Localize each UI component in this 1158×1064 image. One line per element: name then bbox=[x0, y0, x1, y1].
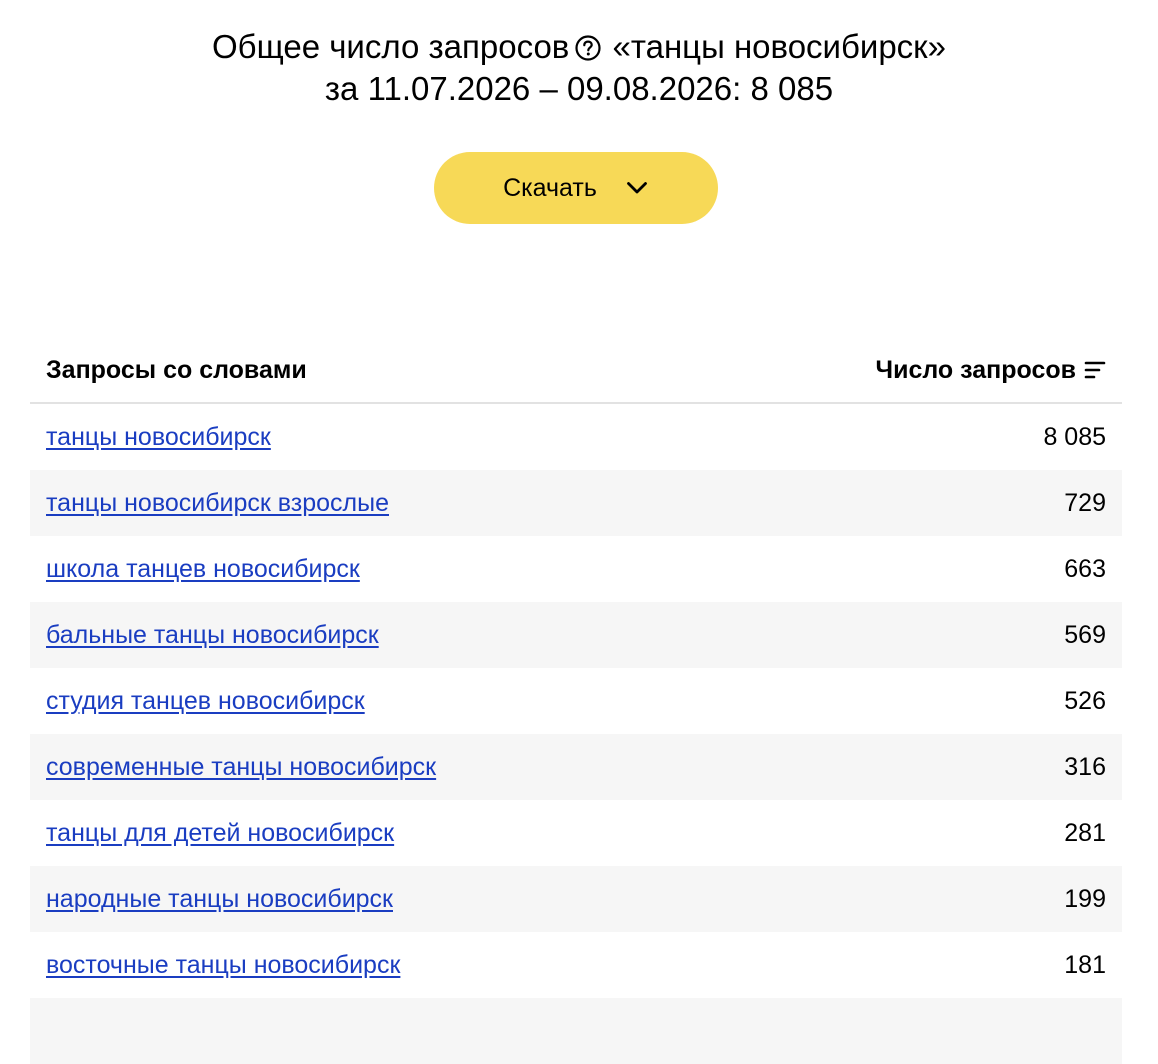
table-header: Запросы со словами Число запросов bbox=[30, 340, 1122, 404]
query-link[interactable]: танцы новосибирск взрослые bbox=[46, 488, 389, 518]
query-link[interactable]: танцы для детей новосибирск bbox=[46, 818, 394, 848]
table-row: танцы новосибирск 8 085 bbox=[30, 404, 1122, 470]
query-count: 199 bbox=[1064, 885, 1106, 913]
table-row: современные танцы новосибирск 316 bbox=[30, 734, 1122, 800]
column-header-count[interactable]: Число запросов bbox=[876, 355, 1106, 385]
help-circle-icon[interactable] bbox=[575, 29, 601, 61]
query-count: 569 bbox=[1064, 621, 1106, 649]
table-row: студия танцев новосибирск 526 bbox=[30, 668, 1122, 734]
heading-title-prefix: Общее число запросов bbox=[212, 28, 570, 65]
query-link[interactable]: восточные танцы новосибирск bbox=[46, 950, 400, 980]
chevron-down-icon bbox=[626, 182, 647, 194]
column-header-count-label: Число запросов bbox=[875, 356, 1076, 384]
queries-table: Запросы со словами Число запросов танцы … bbox=[30, 340, 1122, 1064]
heading-query: «танцы новосибирск» bbox=[612, 28, 946, 65]
query-count: 316 bbox=[1064, 753, 1106, 781]
column-header-queries: Запросы со словами bbox=[46, 356, 307, 384]
table-row: школа танцев новосибирск 663 bbox=[30, 536, 1122, 602]
page-heading: Общее число запросов «танцы новосибирск»… bbox=[0, 26, 1158, 110]
query-count: 526 bbox=[1064, 687, 1106, 715]
table-row: восточные танцы новосибирск 181 bbox=[30, 932, 1122, 998]
table-row: танцы для детей новосибирск 281 bbox=[30, 800, 1122, 866]
query-link[interactable]: студия танцев новосибирск bbox=[46, 686, 365, 716]
heading-period: за 11.07.2026 – 09.08.2026: 8 085 bbox=[324, 70, 834, 107]
sort-descending-icon[interactable] bbox=[1084, 359, 1106, 381]
download-button[interactable]: Скачать bbox=[434, 152, 718, 224]
query-link[interactable]: танцы новосибирск bbox=[46, 422, 271, 452]
query-link[interactable]: бальные танцы новосибирск bbox=[46, 620, 379, 650]
query-count: 181 bbox=[1064, 951, 1106, 979]
download-button-label: Скачать bbox=[503, 173, 597, 202]
table-row: бальные танцы новосибирск 569 bbox=[30, 602, 1122, 668]
query-count: 663 bbox=[1064, 555, 1106, 583]
query-link[interactable]: народные танцы новосибирск bbox=[46, 884, 393, 914]
heading-line-1: Общее число запросов «танцы новосибирск» bbox=[0, 26, 1158, 68]
query-link[interactable]: школа танцев новосибирск bbox=[46, 554, 360, 584]
query-count: 281 bbox=[1064, 819, 1106, 847]
query-link[interactable]: современные танцы новосибирск bbox=[46, 752, 436, 782]
query-count: 8 085 bbox=[1043, 423, 1106, 451]
table-row: танцы новосибирск взрослые 729 bbox=[30, 470, 1122, 536]
table-row-partial bbox=[30, 998, 1122, 1064]
table-row: народные танцы новосибирск 199 bbox=[30, 866, 1122, 932]
query-count: 729 bbox=[1064, 489, 1106, 517]
